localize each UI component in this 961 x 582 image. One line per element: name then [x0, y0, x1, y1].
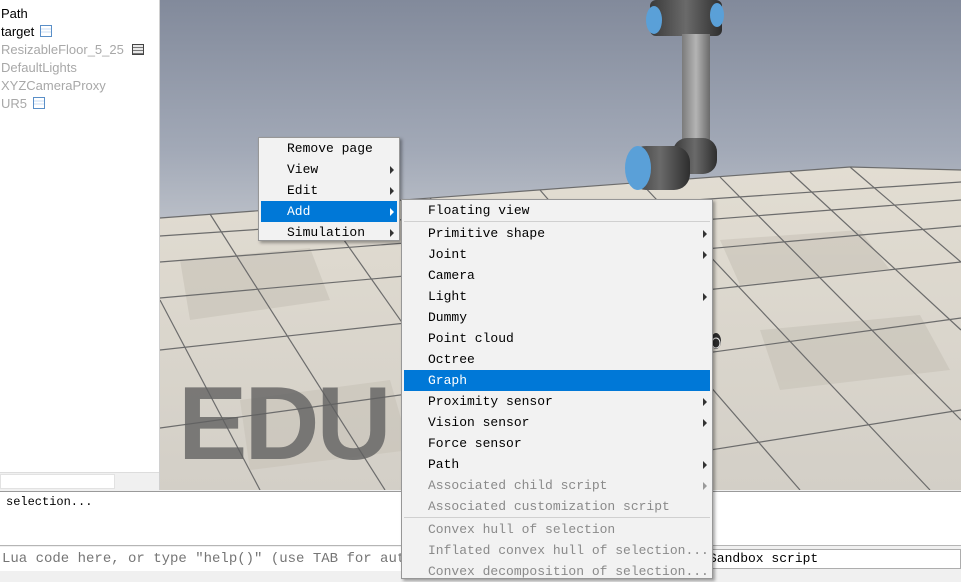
- menu-item-remove-page[interactable]: Remove page: [261, 138, 397, 159]
- menu-item-label: Remove page: [287, 141, 373, 156]
- menu-item-label: Floating view: [428, 203, 530, 218]
- submenu-arrow-icon: [703, 230, 707, 238]
- menu-item-label: Joint: [428, 247, 468, 262]
- horizontal-scrollbar[interactable]: [0, 472, 159, 490]
- menu-item-label: Vision sensor: [428, 415, 530, 430]
- menu-item-label: Point cloud: [428, 331, 514, 346]
- tree-item-label: ResizableFloor_5_25: [1, 41, 124, 57]
- menu-item-associated-child-script[interactable]: Associated child script: [404, 475, 710, 496]
- menu-item-force-sensor[interactable]: Force sensor: [404, 433, 710, 454]
- menu-item-label: Camera: [428, 268, 475, 283]
- submenu-arrow-icon: [390, 229, 394, 237]
- menu-item-label: Edit: [287, 183, 319, 198]
- menu-item-label: Associated customization script: [428, 499, 670, 514]
- submenu-arrow-icon: [703, 461, 707, 469]
- menu-item-point-cloud[interactable]: Point cloud: [404, 328, 710, 349]
- submenu-arrow-icon: [703, 482, 707, 490]
- tree-item-label: XYZCameraProxy: [1, 77, 106, 93]
- menu-item-add[interactable]: Add: [261, 201, 397, 222]
- menu-item-octree[interactable]: Octree: [404, 349, 710, 370]
- tree-item-ur5[interactable]: UR5: [1, 94, 46, 112]
- menu-item-floating-view[interactable]: Floating view: [404, 200, 710, 221]
- menu-item-dummy[interactable]: Dummy: [404, 307, 710, 328]
- menu-item-label: Path: [428, 457, 460, 472]
- submenu-arrow-icon: [703, 293, 707, 301]
- menu-item-simulation[interactable]: Simulation: [261, 222, 397, 243]
- menu-item-view[interactable]: View: [261, 159, 397, 180]
- menu-item-convex-hull[interactable]: Convex hull of selection: [404, 519, 710, 540]
- tree-item-label: Path: [1, 5, 28, 21]
- scene-hierarchy-panel: Path target ResizableFloor_5_25 DefaultL…: [0, 0, 160, 490]
- menu-item-label: View: [287, 162, 319, 177]
- tree-item-path[interactable]: Path: [1, 4, 28, 22]
- menu-item-joint[interactable]: Joint: [404, 244, 710, 265]
- menu-item-graph[interactable]: Graph: [404, 370, 710, 391]
- menu-item-label: Associated child script: [428, 478, 608, 493]
- menu-item-label: Graph: [428, 373, 468, 388]
- shape-icon: [131, 43, 144, 55]
- submenu-arrow-icon: [703, 398, 707, 406]
- scrollbar-thumb[interactable]: [0, 474, 115, 489]
- menu-item-primitive-shape[interactable]: Primitive shape: [404, 223, 710, 244]
- tree-item-label: DefaultLights: [1, 59, 77, 75]
- tree-item-target[interactable]: target: [1, 22, 53, 40]
- menu-item-label: Primitive shape: [428, 226, 546, 241]
- submenu-arrow-icon: [390, 187, 394, 195]
- script-doc-icon[interactable]: [33, 97, 46, 109]
- menu-item-camera[interactable]: Camera: [404, 265, 710, 286]
- menu-item-label: Add: [287, 204, 311, 219]
- menu-item-label: Proximity sensor: [428, 394, 553, 409]
- menu-separator: [404, 221, 710, 222]
- menu-item-path[interactable]: Path: [404, 454, 710, 475]
- tree-item-xyz-camera-proxy[interactable]: XYZCameraProxy: [1, 76, 106, 94]
- tree-item-resizable-floor[interactable]: ResizableFloor_5_25: [1, 40, 144, 58]
- menu-item-label: Light: [428, 289, 468, 304]
- viewport-context-menu: Remove page View Edit Add Simulation: [258, 137, 400, 241]
- add-submenu: Floating view Primitive shape Joint Came…: [401, 199, 713, 579]
- tree-item-label: UR5: [1, 95, 28, 111]
- tree-item-default-lights[interactable]: DefaultLights: [1, 58, 77, 76]
- menu-item-edit[interactable]: Edit: [261, 180, 397, 201]
- script-selector[interactable]: Sandbox script: [706, 549, 961, 569]
- tree-item-label: target: [1, 23, 35, 39]
- menu-item-label: Simulation: [287, 225, 366, 240]
- menu-item-label: Octree: [428, 352, 475, 367]
- menu-item-inflated-convex-hull[interactable]: Inflated convex hull of selection...: [404, 540, 710, 561]
- menu-item-light[interactable]: Light: [404, 286, 710, 307]
- submenu-arrow-icon: [703, 419, 707, 427]
- submenu-arrow-icon: [703, 251, 707, 259]
- menu-item-label: Dummy: [428, 310, 468, 325]
- menu-item-proximity-sensor[interactable]: Proximity sensor: [404, 391, 710, 412]
- console-status-text: selection...: [6, 495, 93, 509]
- menu-item-label: Force sensor: [428, 436, 522, 451]
- edu-watermark: EDU: [178, 366, 392, 482]
- submenu-arrow-icon: [390, 166, 394, 174]
- menu-item-vision-sensor[interactable]: Vision sensor: [404, 412, 710, 433]
- script-doc-icon[interactable]: [40, 25, 53, 37]
- submenu-arrow-icon: [390, 208, 394, 216]
- menu-separator: [404, 517, 710, 518]
- menu-item-label: Convex hull of selection: [428, 522, 616, 537]
- menu-item-associated-customization-script[interactable]: Associated customization script: [404, 496, 710, 517]
- menu-item-label: Inflated convex hull of selection...: [428, 543, 709, 558]
